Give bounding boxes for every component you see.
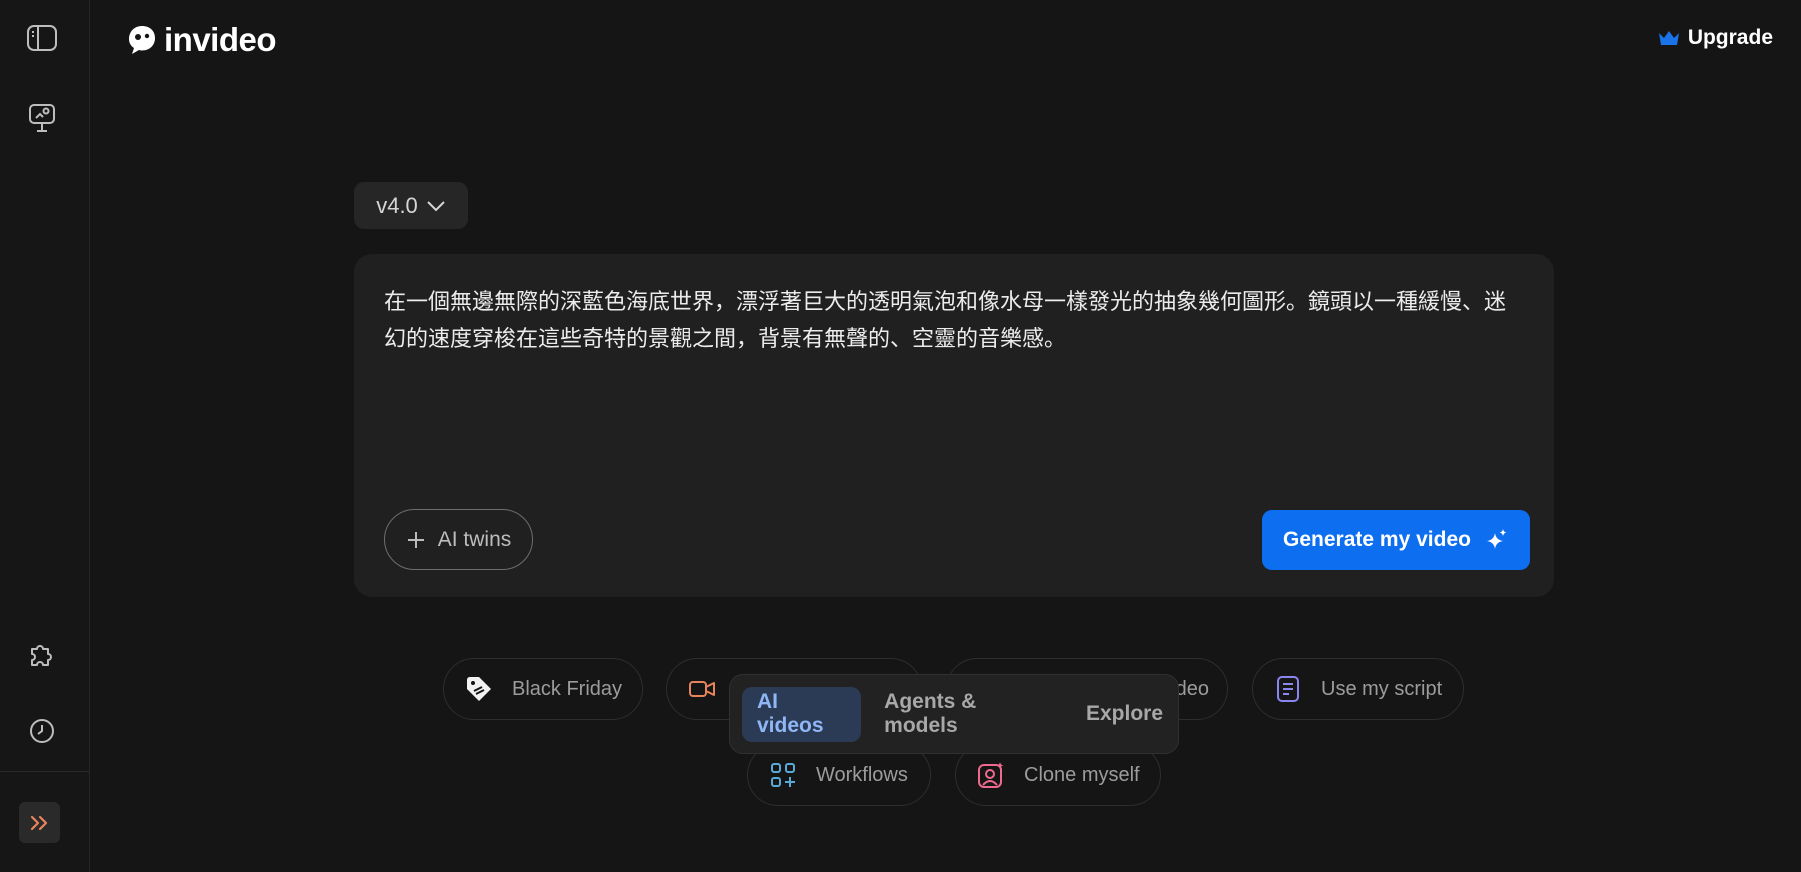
video-camera-icon — [687, 674, 717, 704]
invideo-logo-icon — [129, 26, 155, 54]
chevron-down-icon — [427, 200, 445, 211]
crown-icon — [1658, 31, 1679, 45]
upgrade-label: Upgrade — [1687, 26, 1773, 49]
tag-icon — [464, 674, 494, 704]
sidebar-divider — [0, 771, 90, 772]
ai-twins-button[interactable]: AI twins — [384, 509, 533, 570]
generate-video-button[interactable]: Generate my video — [1262, 510, 1530, 570]
chip-clone-myself-label: Clone myself — [1024, 763, 1140, 786]
sidebar-item-integrations[interactable] — [22, 634, 62, 674]
presentation-icon — [29, 104, 55, 132]
generate-label: Generate my video — [1283, 528, 1471, 551]
ai-twins-label: AI twins — [437, 527, 512, 551]
tab-explore[interactable]: Explore — [1071, 687, 1178, 742]
sidebar-panel-icon — [27, 25, 57, 51]
clock-icon — [30, 719, 54, 743]
prompt-card: AI twins Generate my video — [354, 254, 1554, 597]
portrait-sparkle-icon — [976, 760, 1006, 790]
chip-black-friday-label: Black Friday — [512, 677, 623, 700]
chip-black-friday[interactable]: Black Friday — [443, 658, 643, 720]
grid-plus-icon — [768, 760, 798, 790]
prompt-input[interactable] — [384, 284, 1524, 424]
chip-use-my-script-label: Use my script — [1321, 677, 1443, 700]
brand-name: invideo — [164, 21, 277, 58]
expand-sidebar-button[interactable] — [19, 802, 60, 843]
upgrade-button[interactable]: Upgrade — [1658, 22, 1773, 54]
tab-ai-videos[interactable]: AI videos — [742, 686, 862, 742]
tab-agents-models[interactable]: Agents & models — [869, 687, 1063, 742]
version-value: v4.0 — [376, 192, 418, 218]
version-selector[interactable]: v4.0 — [354, 182, 468, 229]
puzzle-icon — [31, 645, 52, 666]
chip-workflows-label: Workflows — [816, 763, 908, 786]
sidebar — [0, 0, 90, 872]
plus-icon — [407, 531, 424, 548]
sidebar-item-history[interactable] — [22, 711, 62, 751]
chip-use-my-script[interactable]: Use my script — [1252, 658, 1464, 720]
sparkle-icon — [1486, 529, 1507, 549]
sidebar-item-presentations[interactable] — [22, 98, 62, 138]
document-icon — [1273, 674, 1303, 704]
category-tab-bar: AI videos Agents & models Explore — [729, 674, 1179, 754]
chip-partial-label: deo — [1175, 677, 1209, 700]
double-chevron-right-icon — [30, 815, 47, 830]
brand-logo[interactable]: invideo — [126, 20, 277, 60]
sidebar-toggle-button[interactable] — [22, 18, 62, 58]
